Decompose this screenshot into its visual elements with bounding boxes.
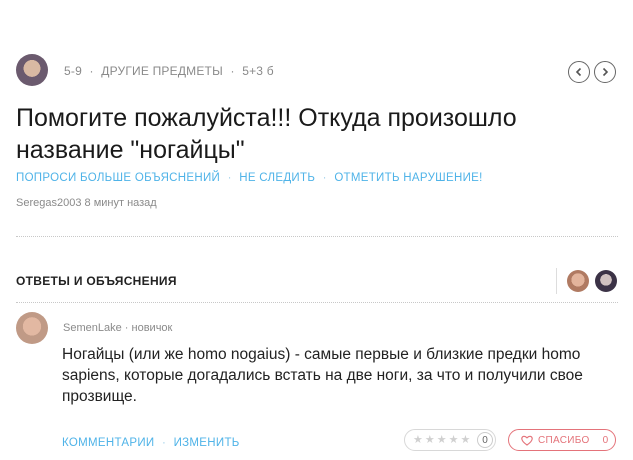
author-name[interactable]: SemenLake: [63, 322, 122, 334]
avatar[interactable]: [595, 270, 617, 292]
thanks-count: 0: [602, 434, 609, 446]
answer-text: Ногайцы (или же homo nogaius) - самые пе…: [62, 346, 583, 405]
avatar[interactable]: [567, 270, 589, 292]
answerer-avatar[interactable]: [16, 312, 48, 344]
answer-author: SemenLake · новичок: [63, 322, 173, 334]
points-label: 5+3 б: [242, 64, 274, 78]
report-link[interactable]: ОТМЕТИТЬ НАРУШЕНИЕ!: [334, 172, 482, 184]
chevron-left-icon: [575, 67, 582, 77]
grade-label[interactable]: 5-9: [64, 64, 82, 78]
question-nav: [568, 61, 616, 83]
question-header: 5-9 · ДРУГИЕ ПРЕДМЕТЫ · 5+3 б: [16, 54, 618, 90]
edit-link[interactable]: ИЗМЕНИТЬ: [174, 437, 240, 449]
asker-avatar[interactable]: [16, 54, 48, 86]
ask-more-link[interactable]: ПОПРОСИ БОЛЬШЕ ОБЪЯСНЕНИЙ: [16, 172, 220, 184]
author-rank: новичок: [131, 322, 173, 334]
star-icon[interactable]: ★: [461, 434, 471, 446]
rating-count: 0: [477, 432, 493, 448]
asker-name[interactable]: Seregas2003: [16, 197, 81, 209]
answer-actions: КОММЕНТАРИИ · ИЗМЕНИТЬ: [62, 437, 240, 449]
divider: [16, 236, 618, 237]
divider: [16, 302, 618, 303]
star-icon[interactable]: ★: [437, 434, 447, 446]
answers-section-title: ОТВЕТЫ И ОБЪЯСНЕНИЯ: [16, 274, 177, 288]
next-question-button[interactable]: [594, 61, 616, 83]
comments-link[interactable]: КОММЕНТАРИИ: [62, 437, 154, 449]
prev-question-button[interactable]: [568, 61, 590, 83]
star-icon[interactable]: ★: [425, 434, 435, 446]
asked-info: Seregas2003 8 минут назад: [16, 197, 157, 209]
rating-widget[interactable]: ★ ★ ★ ★ ★ 0: [404, 429, 496, 451]
star-icon[interactable]: ★: [413, 434, 423, 446]
chevron-right-icon: [602, 67, 609, 77]
thanks-button[interactable]: СПАСИБО 0: [508, 429, 616, 451]
question-actions: ПОПРОСИ БОЛЬШЕ ОБЪЯСНЕНИЙ · НЕ СЛЕДИТЬ ·…: [16, 172, 483, 184]
star-icon[interactable]: ★: [449, 434, 459, 446]
unfollow-link[interactable]: НЕ СЛЕДИТЬ: [239, 172, 315, 184]
question-title: Помогите пожалуйста!!! Откуда произошло …: [16, 104, 517, 164]
subject-label[interactable]: ДРУГИЕ ПРЕДМЕТЫ: [101, 64, 223, 78]
heart-icon: [521, 435, 533, 446]
asked-time: 8 минут назад: [84, 197, 157, 209]
question-meta: 5-9 · ДРУГИЕ ПРЕДМЕТЫ · 5+3 б: [64, 64, 274, 78]
answerer-avatars: [556, 268, 617, 294]
thanks-label: СПАСИБО: [538, 434, 590, 446]
